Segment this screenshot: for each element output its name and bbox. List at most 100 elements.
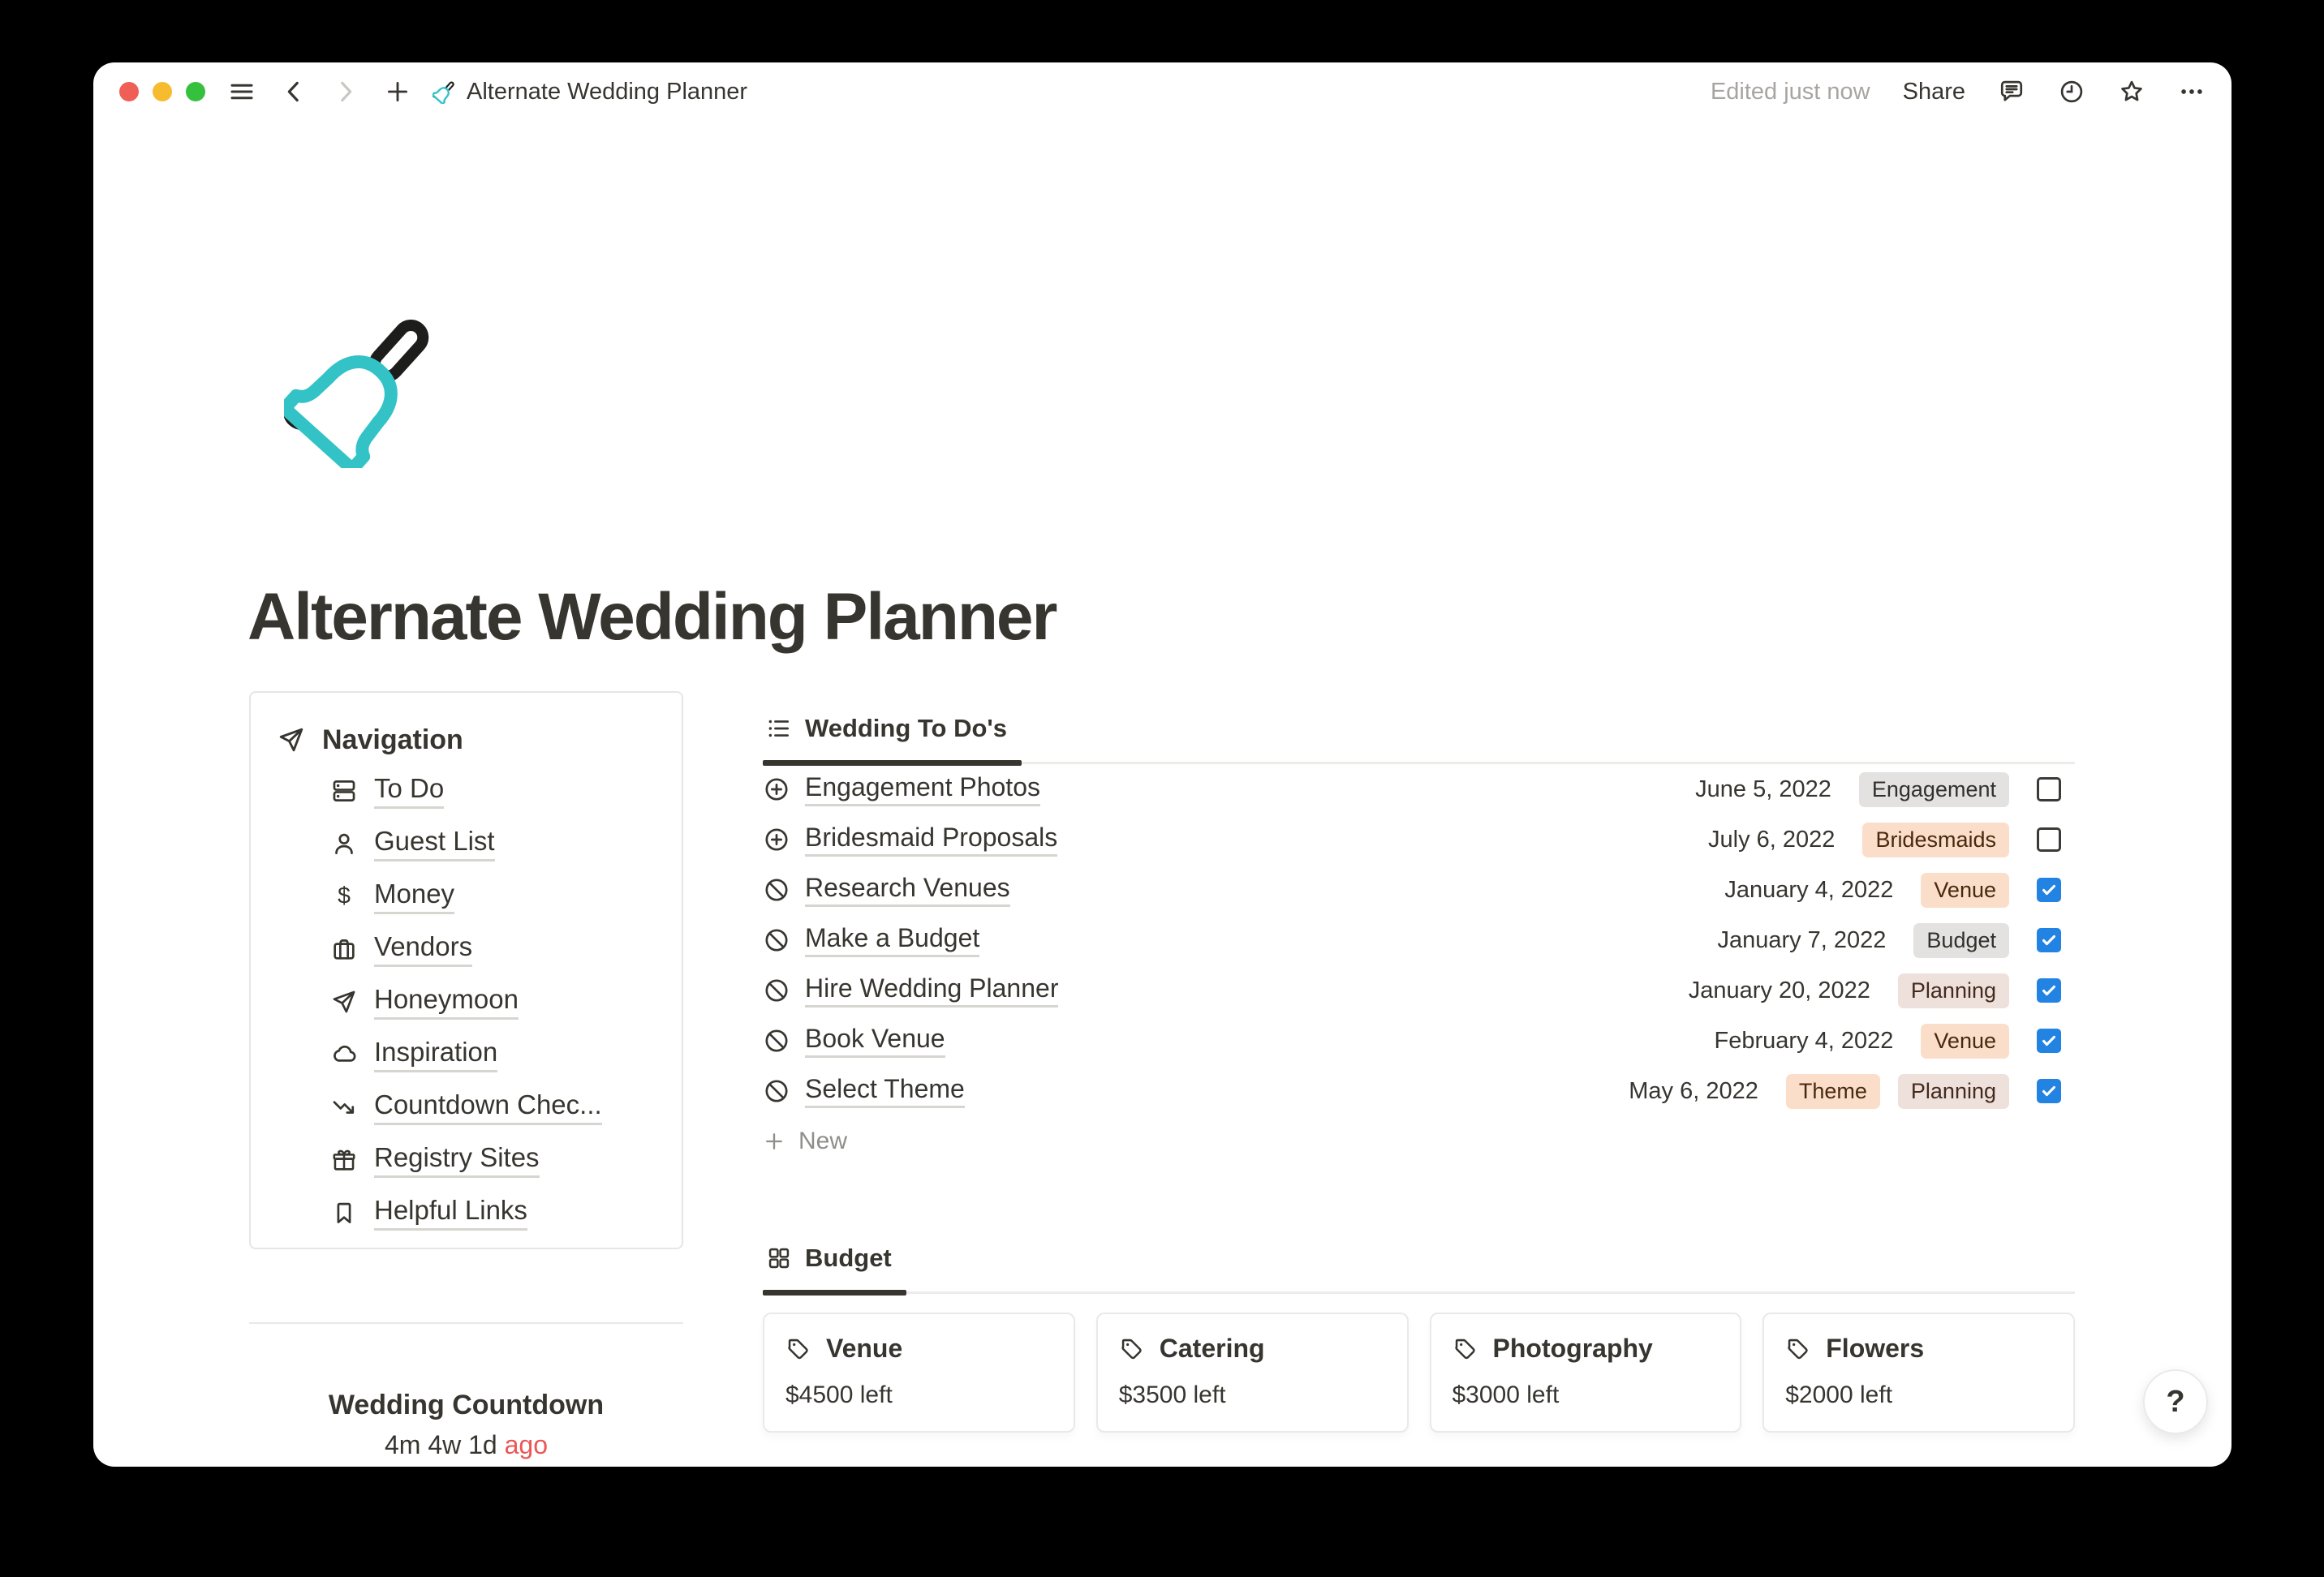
- screen-background: Alternate Wedding Planner Edited just no…: [0, 0, 2324, 1577]
- check-icon: [2040, 1032, 2058, 1050]
- budget-card-header: Venue: [785, 1334, 1052, 1364]
- todo-checkbox[interactable]: [2037, 978, 2061, 1003]
- gallery-view-icon: [766, 1245, 792, 1271]
- todo-checkbox[interactable]: [2037, 928, 2061, 952]
- todo-checkbox[interactable]: [2037, 827, 2061, 852]
- sidebar-item-countdown-chec[interactable]: Countdown Chec...: [330, 1081, 682, 1133]
- budget-card-header: Catering: [1119, 1334, 1386, 1364]
- close-button[interactable]: [119, 82, 139, 101]
- nav-item-icon: [330, 935, 358, 963]
- budget-card-venue[interactable]: Venue $4500 left: [763, 1313, 1075, 1433]
- todo-tags: Bridesmaids: [1862, 822, 2009, 857]
- sidebar-item-to-do[interactable]: To Do: [330, 764, 682, 817]
- titlebar: Alternate Wedding Planner Edited just no…: [93, 62, 2231, 121]
- tab-budget[interactable]: Budget: [763, 1241, 906, 1296]
- budget-view-tabs: Budget: [763, 1221, 2075, 1296]
- help-button[interactable]: ?: [2143, 1369, 2208, 1434]
- sidebar-item-money[interactable]: Money: [330, 870, 682, 922]
- wedding-countdown: Wedding Countdown 4m 4w 1d ago: [249, 1387, 683, 1462]
- updates-clock-icon[interactable]: [2058, 78, 2085, 105]
- sidebar-item-honeymoon[interactable]: Honeymoon: [330, 975, 682, 1028]
- todo-title-link[interactable]: Research Venues: [805, 873, 1010, 907]
- budget-card-header: Flowers: [1785, 1334, 2052, 1364]
- new-todo-button[interactable]: New: [763, 1116, 2075, 1167]
- todo-checkbox[interactable]: [2037, 878, 2061, 902]
- check-icon: [2040, 982, 2058, 999]
- tab-label: Wedding To Do's: [805, 714, 1008, 742]
- todo-row: Book Venue February 4, 2022 Venue: [763, 1016, 2075, 1066]
- sidebar-item-guest-list[interactable]: Guest List: [330, 817, 682, 870]
- nav-item-label: Money: [374, 879, 455, 914]
- budget-card-catering[interactable]: Catering $3500 left: [1095, 1313, 1409, 1433]
- todo-title-link[interactable]: Engagement Photos: [805, 772, 1040, 806]
- todo-row-meta: January 20, 2022 Planning: [1689, 973, 2075, 1008]
- new-page-icon[interactable]: [384, 78, 411, 105]
- sidebar-item-registry-sites[interactable]: Registry Sites: [330, 1133, 682, 1186]
- budget-card-title: Photography: [1492, 1334, 1653, 1363]
- countdown-suffix: ago: [504, 1430, 548, 1459]
- edited-status: Edited just now: [1710, 78, 1870, 105]
- todo-title-link[interactable]: Book Venue: [805, 1024, 945, 1058]
- check-icon: [2040, 1082, 2058, 1100]
- budget-card-photography[interactable]: Photography $3000 left: [1429, 1313, 1742, 1433]
- nav-item-label: Registry Sites: [374, 1142, 540, 1178]
- tag-pill-budget: Budget: [1913, 922, 2009, 958]
- todo-row-meta: June 5, 2022 Engagement: [1695, 771, 2075, 807]
- nav-item-icon: [330, 1094, 358, 1121]
- nav-item-icon: [330, 830, 358, 857]
- todo-tags: Engagement: [1858, 771, 2009, 807]
- tag-icon: [1452, 1336, 1478, 1362]
- check-icon: [2040, 931, 2058, 949]
- tag-pill-venue: Venue: [1921, 872, 2009, 908]
- sidebar-divider: [249, 1322, 683, 1324]
- todo-status-icon: [763, 977, 790, 1004]
- todo-title-link[interactable]: Bridesmaid Proposals: [805, 823, 1058, 857]
- plus-icon: [763, 1130, 785, 1153]
- countdown-duration: 4m 4w 1d: [384, 1430, 497, 1459]
- nav-item-label: To Do: [374, 773, 445, 809]
- todo-title-link[interactable]: Hire Wedding Planner: [805, 973, 1059, 1008]
- tag-icon: [1119, 1336, 1145, 1362]
- sidebar-item-vendors[interactable]: Vendors: [330, 922, 682, 975]
- tab-wedding-todos[interactable]: Wedding To Do's: [763, 711, 1022, 766]
- budget-card-amount: $4500 left: [785, 1381, 893, 1408]
- tag-icon: [1785, 1336, 1811, 1362]
- todo-title-link[interactable]: Select Theme: [805, 1074, 965, 1108]
- sidebar-toggle-icon[interactable]: [228, 78, 256, 105]
- favorite-star-icon[interactable]: [2118, 78, 2145, 105]
- todo-row-meta: July 6, 2022 Bridesmaids: [1708, 822, 2075, 857]
- budget-card-title: Venue: [826, 1334, 903, 1363]
- minimize-button[interactable]: [153, 82, 172, 101]
- nav-item-label: Guest List: [374, 826, 495, 862]
- breadcrumb-page-title[interactable]: Alternate Wedding Planner: [467, 79, 747, 105]
- comments-icon[interactable]: [1998, 78, 2025, 105]
- todo-checkbox[interactable]: [2037, 1029, 2061, 1053]
- todo-status-icon: [763, 826, 790, 853]
- sidebar-item-inspiration[interactable]: Inspiration: [330, 1028, 682, 1081]
- page-icon-bell[interactable]: [284, 306, 446, 468]
- budget-cards: Venue $4500 left Catering $3500 left Pho…: [763, 1313, 2075, 1433]
- todo-row: Hire Wedding Planner January 20, 2022 Pl…: [763, 965, 2075, 1016]
- share-button[interactable]: Share: [1903, 79, 1965, 105]
- budget-card-flowers[interactable]: Flowers $2000 left: [1762, 1313, 2075, 1433]
- todo-row-meta: January 7, 2022 Budget: [1717, 922, 2075, 958]
- main-content: Wedding To Do's Engagement Photos June 5…: [763, 691, 2075, 1433]
- sidebar-item-helpful-links[interactable]: Helpful Links: [330, 1186, 682, 1239]
- tag-pill-planning: Planning: [1897, 1073, 2009, 1109]
- zoom-button[interactable]: [186, 82, 205, 101]
- todo-checkbox[interactable]: [2037, 1079, 2061, 1103]
- budget-card-amount: $2000 left: [1785, 1381, 1893, 1408]
- nav-item-icon: [330, 883, 358, 910]
- nav-item-label: Helpful Links: [374, 1195, 527, 1231]
- back-icon[interactable]: [280, 78, 308, 105]
- todo-date: January 4, 2022: [1724, 876, 1894, 903]
- todo-title-link[interactable]: Make a Budget: [805, 923, 980, 957]
- todo-checkbox[interactable]: [2037, 777, 2061, 801]
- forward-icon[interactable]: [332, 78, 359, 105]
- more-options-icon[interactable]: [2178, 78, 2206, 105]
- page-title[interactable]: Alternate Wedding Planner: [247, 578, 1057, 656]
- tag-pill-venue: Venue: [1921, 1023, 2009, 1059]
- tag-pill-theme: Theme: [1785, 1073, 1880, 1109]
- nav-item-label: Countdown Chec...: [374, 1089, 602, 1125]
- todo-date: June 5, 2022: [1695, 776, 1831, 802]
